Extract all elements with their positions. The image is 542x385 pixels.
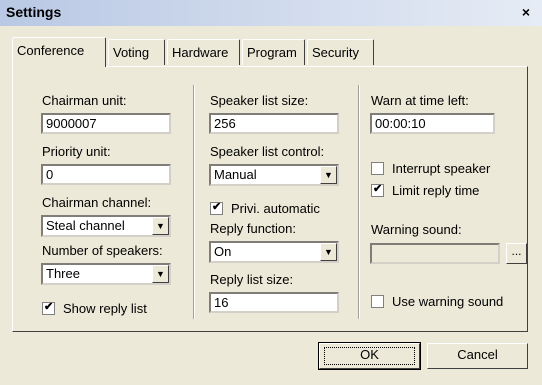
chevron-down-icon[interactable]: ▼ xyxy=(320,166,337,184)
focus-rect xyxy=(324,347,415,365)
close-icon[interactable]: × xyxy=(518,4,534,20)
window-title: Settings xyxy=(6,4,62,20)
checkbox-box[interactable]: ✔ xyxy=(42,301,55,315)
cancel-button[interactable]: Cancel xyxy=(427,343,528,369)
chairman-channel-select[interactable]: Steal channel ▼ xyxy=(41,215,171,237)
number-of-speakers-select[interactable]: Three ▼ xyxy=(41,263,171,285)
tab-hardware[interactable]: Hardware xyxy=(167,39,240,65)
speaker-list-size-label: Speaker list size: xyxy=(210,93,309,108)
check-icon: ✔ xyxy=(44,301,54,313)
chairman-channel-label: Chairman channel: xyxy=(42,195,152,210)
chevron-down-icon[interactable]: ▼ xyxy=(152,265,169,283)
warning-sound-input[interactable] xyxy=(370,243,500,264)
use-warning-sound-checkbox[interactable]: Use warning sound xyxy=(371,294,503,309)
limit-reply-time-label: Limit reply time xyxy=(392,183,480,198)
tab-label: Hardware xyxy=(172,45,229,60)
reply-list-size-label: Reply list size: xyxy=(210,272,294,287)
number-of-speakers-label: Number of speakers: xyxy=(42,243,163,258)
show-reply-list-label: Show reply list xyxy=(63,301,147,316)
priority-unit-input[interactable]: 0 xyxy=(41,164,171,185)
reply-list-size-input[interactable]: 16 xyxy=(209,292,339,313)
chairman-unit-input[interactable]: 9000007 xyxy=(41,113,171,134)
priority-unit-label: Priority unit: xyxy=(42,144,111,159)
speaker-list-control-value: Manual xyxy=(214,167,257,182)
chevron-down-icon[interactable]: ▼ xyxy=(320,243,337,261)
chairman-unit-label: Chairman unit: xyxy=(42,93,127,108)
column-divider xyxy=(358,85,360,319)
browse-button[interactable]: ... xyxy=(506,243,527,264)
checkbox-box[interactable] xyxy=(371,162,384,175)
warn-at-time-left-label: Warn at time left: xyxy=(371,93,469,108)
speaker-list-control-label: Speaker list control: xyxy=(210,144,325,159)
tab-voting[interactable]: Voting xyxy=(108,39,165,65)
tab-label: Program xyxy=(247,45,297,60)
ok-button[interactable]: OK xyxy=(318,342,421,370)
speaker-list-control-select[interactable]: Manual ▼ xyxy=(209,164,339,186)
check-icon: ✔ xyxy=(212,201,222,213)
chairman-channel-value: Steal channel xyxy=(46,218,125,233)
reply-function-label: Reply function: xyxy=(210,221,296,236)
column-divider xyxy=(193,85,195,319)
checkbox-box[interactable] xyxy=(371,295,384,308)
tab-security[interactable]: Security xyxy=(307,39,374,65)
checkbox-box[interactable]: ✔ xyxy=(371,183,384,197)
tab-label: Voting xyxy=(113,45,150,60)
conference-panel: Chairman unit: 9000007 Priority unit: 0 … xyxy=(12,66,528,332)
settings-dialog: Settings × Conference Voting Hardware Pr… xyxy=(0,0,542,385)
reply-function-select[interactable]: On ▼ xyxy=(209,241,339,263)
title-bar: Settings × xyxy=(0,0,542,26)
use-warning-sound-label: Use warning sound xyxy=(392,294,504,309)
warning-sound-label: Warning sound: xyxy=(371,222,462,237)
interrupt-speaker-checkbox[interactable]: Interrupt speaker xyxy=(371,161,490,176)
tab-conference[interactable]: Conference xyxy=(12,37,106,67)
chevron-down-icon[interactable]: ▼ xyxy=(152,217,169,235)
reply-function-value: On xyxy=(214,244,232,259)
limit-reply-time-checkbox[interactable]: ✔ Limit reply time xyxy=(371,183,479,198)
checkbox-box[interactable]: ✔ xyxy=(210,201,223,215)
check-icon: ✔ xyxy=(373,183,383,195)
privi-automatic-checkbox[interactable]: ✔ Privi. automatic xyxy=(210,201,320,216)
tab-program[interactable]: Program xyxy=(242,39,305,65)
show-reply-list-checkbox[interactable]: ✔ Show reply list xyxy=(42,301,147,316)
speaker-list-size-input[interactable]: 256 xyxy=(209,113,339,134)
tab-label: Security xyxy=(312,45,359,60)
privi-automatic-label: Privi. automatic xyxy=(231,201,320,216)
warn-at-time-left-input[interactable]: 00:00:10 xyxy=(370,113,495,134)
interrupt-speaker-label: Interrupt speaker xyxy=(392,161,491,176)
cancel-label: Cancel xyxy=(457,347,498,362)
tab-label: Conference xyxy=(17,43,85,58)
number-of-speakers-value: Three xyxy=(46,266,80,281)
